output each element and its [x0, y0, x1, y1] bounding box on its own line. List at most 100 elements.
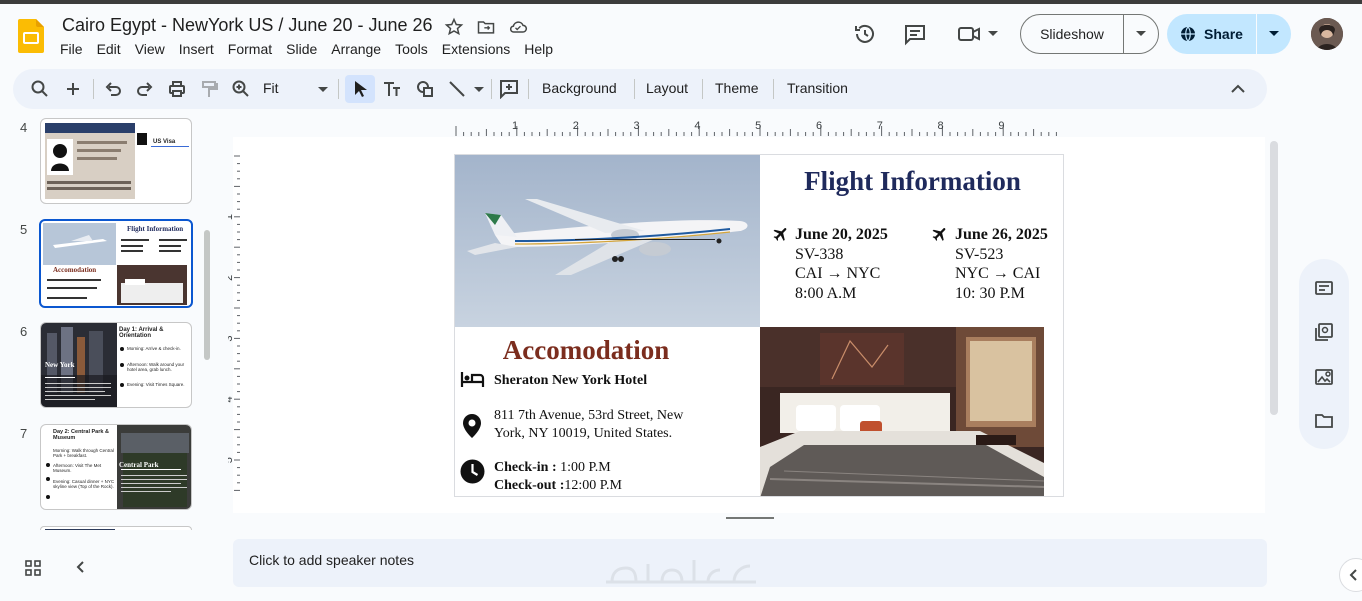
slide-thumbnail-6[interactable]: Day 1: Arrival & Orientation New York Mo… [40, 322, 192, 408]
menu-arrange[interactable]: Arrange [331, 41, 381, 57]
thumb-day1-item: Evening: Visit Times Square. [127, 382, 185, 387]
ruler-label: 5 [228, 457, 235, 463]
move-folder-icon[interactable] [476, 17, 496, 37]
slideshow-label[interactable]: Slideshow [1021, 15, 1124, 53]
toolbar-divider [93, 79, 94, 99]
visa-thumbnail-art [45, 123, 189, 199]
toolbar-divider [338, 79, 339, 99]
thumb-day1-title: Day 1: Arrival & Orientation [119, 327, 164, 339]
flight-thumbnail-art [43, 223, 187, 305]
expand-side-panel-button[interactable] [1339, 558, 1362, 592]
menu-edit[interactable]: Edit [97, 41, 121, 57]
airplane-icon [773, 228, 787, 241]
thumb-day2-title: Day 2: Central Park & Museum [53, 429, 109, 441]
new-slide-icon[interactable] [63, 79, 83, 99]
slide-thumbnail-5[interactable]: Flight Information Accomodation [39, 219, 193, 308]
watermark-logo [606, 560, 756, 584]
collapse-filmstrip-icon[interactable] [75, 560, 87, 574]
redo-icon[interactable] [135, 79, 155, 99]
thumb-day1-item: Afternoon: Walk around your hotel area, … [127, 362, 185, 372]
select-cursor-icon[interactable] [350, 79, 370, 99]
menu-tools[interactable]: Tools [395, 41, 428, 57]
document-title[interactable]: Cairo Egypt - NewYork US / June 20 - Jun… [62, 15, 433, 36]
search-menus-icon[interactable] [30, 79, 50, 99]
slide-thumbnail-8-partial[interactable] [40, 526, 192, 530]
check-times[interactable]: Check-in : 1:00 P.M Check-out :12:00 P.M [494, 459, 622, 494]
hotel-address[interactable]: 811 7th Avenue, 53rd Street, New York, N… [494, 407, 683, 442]
avatar[interactable] [1311, 18, 1343, 50]
ruler-label: 6 [816, 120, 822, 132]
zoom-dropdown-icon[interactable] [318, 87, 328, 93]
airplane-photo [455, 155, 760, 327]
image-search-icon[interactable] [1314, 367, 1334, 387]
notes-resize-handle[interactable] [726, 517, 774, 519]
menu-file[interactable]: File [60, 41, 83, 57]
transition-button[interactable]: Transition [787, 80, 848, 96]
thumb-flight-title: Flight Information [127, 225, 184, 233]
layout-button[interactable]: Layout [646, 80, 688, 96]
cloud-saved-icon[interactable] [508, 17, 528, 37]
print-icon[interactable] [167, 79, 187, 99]
current-slide[interactable]: Flight Information June 20, 2025 SV-338 … [454, 154, 1064, 497]
share-dropdown[interactable] [1257, 31, 1291, 37]
outbound-flight-number: SV-338 [795, 245, 844, 263]
chevron-down-icon [1136, 31, 1146, 36]
toolbar-divider [491, 79, 492, 99]
outbound-flight-block[interactable]: June 20, 2025 SV-338 CAI → NYC 8:00 A.M [795, 225, 888, 303]
star-icon[interactable] [444, 17, 464, 37]
collapse-toolbar-icon[interactable] [1231, 84, 1245, 93]
ruler-label: 8 [938, 120, 944, 132]
slides-app-icon[interactable] [18, 19, 44, 53]
comments-icon[interactable] [903, 22, 927, 46]
menu-format[interactable]: Format [228, 41, 272, 57]
add-comment-icon[interactable] [499, 79, 519, 99]
thumb-day2-item: Afternoon: Visit The Met Museum. [53, 463, 102, 473]
checkin-label: Check-in : [494, 460, 557, 475]
line-dropdown-icon[interactable] [474, 87, 484, 93]
shape-icon[interactable] [415, 79, 435, 99]
menu-view[interactable]: View [135, 41, 165, 57]
outbound-time: 8:00 A.M [795, 284, 857, 302]
theme-button[interactable]: Theme [715, 80, 759, 96]
slide-thumbnail-7[interactable]: Day 2: Central Park & Museum Central Par… [40, 424, 192, 510]
hotel-room-photo [760, 327, 1044, 496]
address-line-1: 811 7th Avenue, 53rd Street, New [494, 408, 684, 423]
meet-dropdown-icon[interactable] [988, 30, 998, 38]
speaker-notes-icon[interactable] [1314, 278, 1334, 298]
ruler-label: 2 [228, 275, 235, 281]
ruler-label: 7 [877, 120, 883, 132]
meet-camera-icon[interactable] [957, 22, 981, 46]
background-button[interactable]: Background [542, 80, 617, 96]
share-main[interactable]: Share [1167, 14, 1257, 54]
slide-library-icon[interactable] [1314, 322, 1334, 342]
menu-slide[interactable]: Slide [286, 41, 317, 57]
zoom-icon[interactable] [231, 79, 251, 99]
airplane-icon [932, 228, 946, 241]
version-history-icon[interactable] [853, 22, 877, 46]
undo-icon[interactable] [103, 79, 123, 99]
return-flight-number: SV-523 [955, 245, 1004, 263]
menu-insert[interactable]: Insert [179, 41, 214, 57]
menu-help[interactable]: Help [524, 41, 553, 57]
folder-icon[interactable] [1314, 411, 1334, 431]
zoom-select[interactable]: Fit [263, 80, 279, 96]
return-flight-block[interactable]: June 26, 2025 SV-523 NYC → CAI 10: 30 P.… [955, 225, 1048, 303]
paint-format-icon[interactable] [199, 79, 219, 99]
slide-thumbnail-4[interactable]: US Visa [40, 118, 192, 204]
thumb-day2-item: Evening: Casual dinner + NYC skyline vie… [53, 479, 115, 489]
text-box-icon[interactable] [382, 79, 402, 99]
slideshow-button[interactable]: Slideshow [1020, 14, 1159, 54]
filmstrip-scrollbar[interactable] [204, 230, 210, 360]
share-button[interactable]: Share [1167, 14, 1291, 54]
flight-info-title[interactable]: Flight Information [760, 166, 1063, 197]
slideshow-dropdown[interactable] [1124, 31, 1158, 37]
menu-extensions[interactable]: Extensions [442, 41, 510, 57]
hotel-name[interactable]: Sheraton New York Hotel [494, 373, 647, 389]
line-icon[interactable] [447, 79, 467, 99]
accommodation-title[interactable]: Accomodation [455, 335, 717, 366]
location-pin-icon [463, 414, 481, 438]
grid-view-icon[interactable] [24, 559, 42, 577]
vertical-ruler: 1 2 3 4 5 [228, 155, 240, 491]
canvas-scrollbar[interactable] [1270, 141, 1278, 415]
ruler-label: 1 [228, 214, 235, 220]
